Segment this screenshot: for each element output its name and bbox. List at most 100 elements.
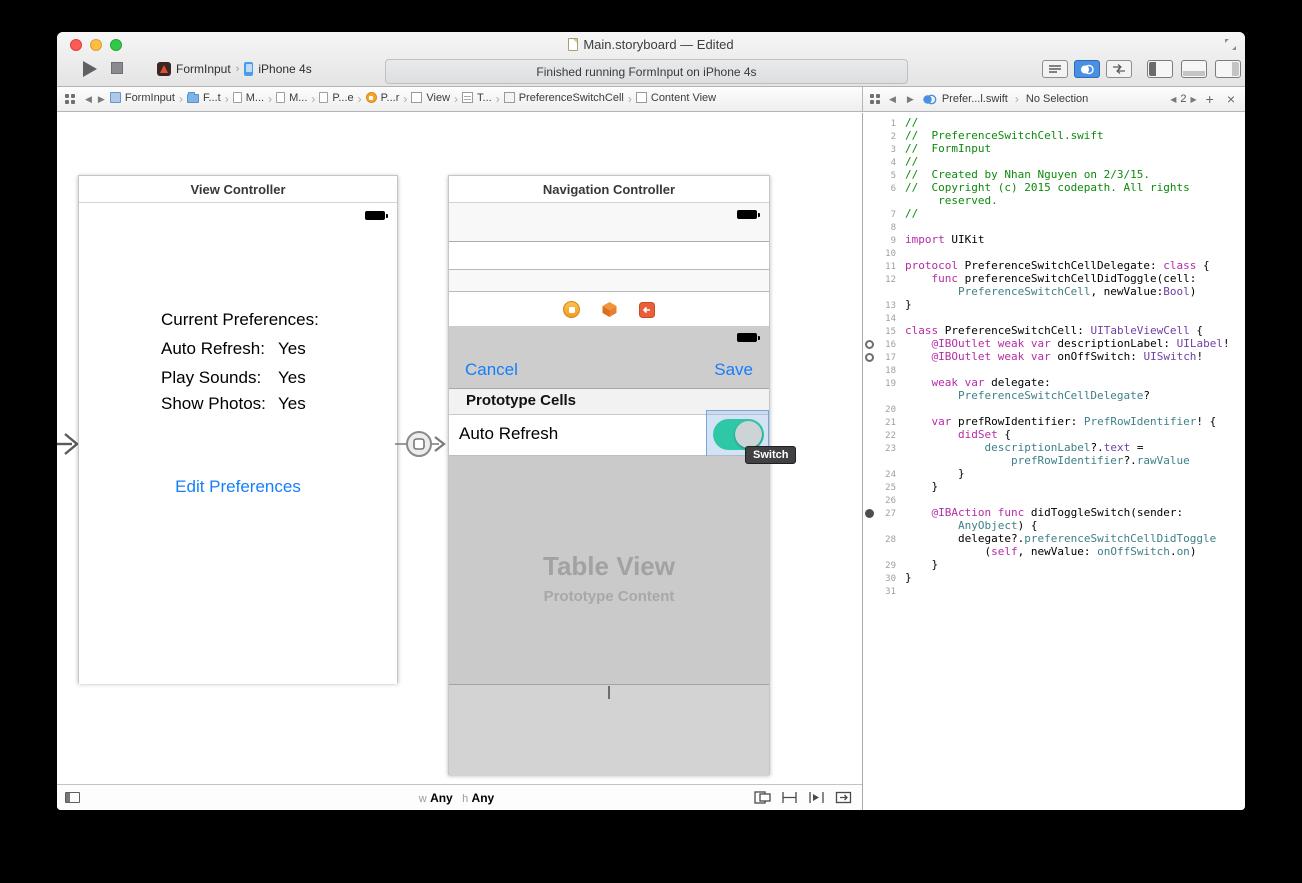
preference-name-label[interactable]: Show Photos: bbox=[161, 394, 266, 413]
breadcrumb-item[interactable]: M... bbox=[274, 92, 309, 104]
code-line: 22 didSet { bbox=[863, 428, 1245, 441]
assistant-editor-button[interactable] bbox=[1074, 60, 1100, 78]
preference-name-label[interactable]: Auto Refresh: bbox=[161, 339, 265, 358]
ib-label-row[interactable]: Auto Refresh: Yes bbox=[161, 339, 306, 361]
version-editor-button[interactable] bbox=[1106, 60, 1132, 78]
preference-name-label[interactable]: Current Preferences: bbox=[161, 310, 319, 329]
code-line: 19 weak var delegate: bbox=[863, 376, 1245, 389]
view-controller-view[interactable]: Current Preferences: Auto Refresh: Yes Play… bbox=[79, 203, 397, 684]
scheme-selector[interactable]: FormInput › iPhone 4s bbox=[157, 59, 312, 79]
line-number: 13 bbox=[885, 301, 896, 311]
line-number: 6 bbox=[890, 184, 896, 194]
next-counterpart-button[interactable]: ▶ bbox=[1190, 95, 1196, 104]
code-line: reserved. bbox=[863, 194, 1245, 207]
breadcrumb-item[interactable]: PreferenceSwitchCell bbox=[502, 92, 626, 104]
preference-value-label[interactable]: Yes bbox=[278, 368, 306, 388]
code-line: AnyObject) { bbox=[863, 519, 1245, 532]
stop-button[interactable] bbox=[111, 62, 123, 74]
connection-well-icon[interactable] bbox=[863, 350, 874, 363]
scene-header[interactable]: Navigation Controller bbox=[449, 176, 769, 203]
table-view-placeholder[interactable]: Table View Prototype Content bbox=[449, 456, 769, 684]
forward-button[interactable]: ▶ bbox=[95, 94, 108, 105]
navigation-bar[interactable] bbox=[449, 203, 769, 242]
close-assistant-editor-button[interactable]: × bbox=[1223, 91, 1239, 107]
table-icon bbox=[462, 92, 474, 104]
breadcrumb-item[interactable]: FormInput bbox=[108, 92, 177, 104]
view-controller-scene[interactable]: View Controller Current Preferences: Auto… bbox=[78, 175, 398, 684]
preference-name-label[interactable]: Play Sounds: bbox=[161, 368, 261, 387]
back-button[interactable]: ◀ bbox=[82, 94, 95, 105]
breadcrumb-item[interactable]: Content View bbox=[634, 92, 718, 104]
breadcrumb-item[interactable]: P...e bbox=[317, 92, 355, 104]
related-items-icon[interactable] bbox=[64, 93, 76, 105]
code-line: 30} bbox=[863, 571, 1245, 584]
cancel-bar-button[interactable]: Cancel bbox=[465, 360, 518, 380]
related-items-icon[interactable] bbox=[869, 93, 881, 105]
source-editor[interactable]: 1//2// PreferenceSwitchCell.swift 3// For… bbox=[862, 113, 1245, 810]
line-number: 20 bbox=[885, 405, 896, 415]
destination-name[interactable]: iPhone 4s bbox=[258, 62, 311, 76]
xcode-window: Main.storyboard — Edited FormInput › iPh… bbox=[57, 32, 1245, 810]
size-class-indicator[interactable]: w Any h Any bbox=[57, 791, 862, 805]
cell-description-label[interactable]: Auto Refresh bbox=[459, 424, 558, 444]
height-value: Any bbox=[471, 790, 495, 805]
exit-icon[interactable] bbox=[639, 301, 655, 318]
navigation-controller-view[interactable]: Cancel Save Prototype Cells Auto Refresh… bbox=[449, 203, 797, 776]
assistant-selection[interactable]: No Selection bbox=[1026, 93, 1088, 105]
table-view-lower-area[interactable] bbox=[449, 684, 769, 776]
toolbar-strip[interactable] bbox=[449, 269, 769, 292]
first-responder-icon[interactable] bbox=[601, 301, 618, 318]
edit-preferences-button[interactable]: Edit Preferences bbox=[79, 477, 397, 497]
preference-value-label[interactable]: Yes bbox=[278, 339, 306, 359]
back-button[interactable]: ◀ bbox=[886, 94, 899, 105]
code-line: 10 bbox=[863, 246, 1245, 259]
forward-button[interactable]: ▶ bbox=[904, 94, 917, 105]
breadcrumb-label: M... bbox=[289, 91, 308, 104]
debug-area-icon bbox=[1183, 71, 1205, 76]
navigator-panel-button[interactable] bbox=[1147, 60, 1173, 78]
breadcrumb-item[interactable]: View bbox=[409, 92, 452, 104]
action-well-icon[interactable] bbox=[863, 506, 874, 519]
ib-label-row[interactable]: Current Preferences: bbox=[161, 310, 319, 332]
line-number: 31 bbox=[885, 587, 896, 597]
chevron-right-icon: › bbox=[268, 92, 273, 107]
add-assistant-editor-button[interactable]: + bbox=[1202, 91, 1218, 107]
update-frames-icon[interactable] bbox=[835, 791, 852, 804]
breadcrumb-item[interactable]: T... bbox=[460, 92, 494, 104]
resolve-auto-layout-icon[interactable] bbox=[808, 791, 825, 804]
code-line: 3// FormInput bbox=[863, 142, 1245, 155]
assistant-file-name[interactable]: Prefer...l.swift bbox=[942, 93, 1008, 105]
debug-area-button[interactable] bbox=[1181, 60, 1207, 78]
align-icon[interactable] bbox=[754, 791, 771, 804]
save-bar-button[interactable]: Save bbox=[714, 360, 753, 380]
connection-well-icon[interactable] bbox=[863, 337, 874, 350]
fullscreen-arrows-icon[interactable] bbox=[1224, 38, 1237, 51]
width-key: w bbox=[418, 792, 427, 805]
previous-counterpart-button[interactable]: ◀ bbox=[1170, 95, 1176, 104]
breadcrumb-item[interactable]: M... bbox=[231, 92, 266, 104]
code-line: 12 func preferenceSwitchCellDidToggle(ce… bbox=[863, 272, 1245, 285]
table-view-cell[interactable]: Auto Refresh bbox=[449, 410, 769, 458]
code-line: (self, newValue: onOffSwitch.on) bbox=[863, 545, 1245, 558]
ib-label-row[interactable]: Play Sounds: Yes bbox=[161, 368, 306, 390]
view-icon bbox=[635, 92, 647, 104]
project-icon bbox=[109, 92, 121, 104]
run-button[interactable] bbox=[83, 61, 97, 77]
table-view-controller-nav-bar[interactable]: Cancel Save bbox=[449, 326, 769, 389]
ib-label-row[interactable]: Show Photos: Yes bbox=[161, 394, 306, 416]
version-editor-icon bbox=[1113, 64, 1125, 74]
editor-mode-buttons bbox=[1042, 60, 1132, 78]
switch-knob[interactable] bbox=[735, 421, 762, 448]
preference-value-label[interactable]: Yes bbox=[278, 394, 306, 414]
utilities-panel-button[interactable] bbox=[1215, 60, 1241, 78]
breadcrumb-item[interactable]: F...t bbox=[185, 92, 223, 104]
interface-builder-canvas[interactable]: View Controller Current Preferences: Auto… bbox=[57, 113, 862, 810]
standard-editor-button[interactable] bbox=[1042, 60, 1068, 78]
scheme-name[interactable]: FormInput bbox=[176, 62, 231, 76]
pin-icon[interactable] bbox=[781, 791, 798, 804]
breadcrumb-item[interactable]: P...r bbox=[364, 92, 402, 104]
view-controller-dock-icon[interactable] bbox=[563, 301, 580, 318]
segue-arrow[interactable] bbox=[395, 426, 451, 462]
scene-header[interactable]: View Controller bbox=[79, 176, 397, 203]
navigation-controller-scene[interactable]: Navigation Controller Cancel Save Protot… bbox=[448, 175, 797, 776]
